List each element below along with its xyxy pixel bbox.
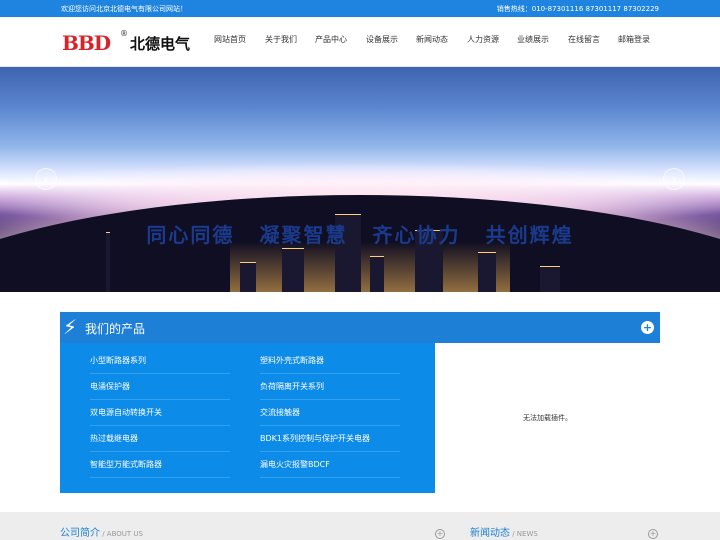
welcome-text: 欢迎您访问北京北德电气有限公司网站！ (61, 5, 187, 13)
nav-item-email[interactable]: 邮箱登录 (618, 34, 650, 45)
products-section: ⚡ 我们的产品 + 小型断路器系列 电涌保护器 双电源自动转换开关 热过载继电器… (60, 312, 660, 494)
product-link[interactable]: 智能型万能式断路器 (90, 452, 230, 478)
hero-banner: 同心同德 凝聚智慧 齐心协力 共创辉煌 ‹ › (0, 67, 720, 292)
skyscraper (240, 262, 256, 292)
banner-next-arrow-icon[interactable]: › (663, 168, 685, 190)
product-link[interactable]: 小型断路器系列 (90, 348, 230, 374)
nav-item-news[interactable]: 新闻动态 (416, 34, 448, 45)
products-title: 我们的产品 (85, 322, 146, 336)
banner-prev-arrow-icon[interactable]: ‹ (35, 168, 57, 190)
registered-mark: ® (120, 29, 128, 38)
skyscraper (370, 256, 384, 292)
products-more-plus-icon[interactable]: + (641, 321, 654, 334)
skyscraper (282, 248, 304, 292)
nav-item-message[interactable]: 在线留言 (568, 34, 600, 45)
about-heading-cn: 公司简介 (60, 528, 100, 539)
nav-item-products[interactable]: 产品中心 (315, 34, 347, 45)
skyscraper (540, 266, 560, 292)
lightning-icon: ⚡ (63, 315, 78, 339)
slogan-phrase: 齐心协力 (372, 223, 461, 247)
nav-item-home[interactable]: 网站首页 (214, 34, 246, 45)
slogan-phrase: 共创辉煌 (485, 223, 574, 247)
hotline-label: 销售热线： (496, 5, 532, 13)
news-heading-cn: 新闻动态 (470, 528, 510, 539)
products-header: ⚡ 我们的产品 + (60, 312, 660, 343)
product-link[interactable]: 负荷隔离开关系列 (260, 374, 400, 400)
top-bar: 欢迎您访问北京北德电气有限公司网站！ 销售热线：010-87301116 873… (0, 0, 720, 17)
nav-item-equipment[interactable]: 设备展示 (366, 34, 398, 45)
news-heading-en: / NEWS (510, 530, 538, 538)
logo-company-name: 北德电气 (130, 35, 191, 53)
product-link[interactable]: 双电源自动转换开关 (90, 400, 230, 426)
header: BBD ® 北德电气 网站首页 关于我们 产品中心 设备展示 新闻动态 人力资源… (0, 17, 720, 67)
about-heading-en: / ABOUT US (100, 530, 143, 538)
product-link[interactable]: 漏电火灾报警BDCF (260, 452, 400, 478)
product-link[interactable]: 电涌保护器 (90, 374, 230, 400)
skyscraper (478, 252, 496, 292)
about-heading: 公司简介 / ABOUT US (60, 524, 143, 539)
product-link[interactable]: 塑料外壳式断路器 (260, 348, 400, 374)
hotline-numbers: 010-87301116 87301117 87302229 (531, 5, 659, 13)
slogan-phrase: 凝聚智慧 (259, 223, 348, 247)
logo-mark: BBD (62, 31, 111, 55)
sales-hotline: 销售热线：010-87301116 87301117 87302229 (497, 4, 659, 14)
nav-item-hr[interactable]: 人力资源 (467, 34, 499, 45)
nav-item-about[interactable]: 关于我们 (265, 34, 297, 45)
about-more-plus-icon[interactable]: + (435, 529, 445, 539)
plugin-placeholder: 无法加载插件。 (523, 414, 572, 422)
product-list: 小型断路器系列 电涌保护器 双电源自动转换开关 热过载继电器 智能型万能式断路器… (60, 343, 435, 493)
product-link[interactable]: 交流接触器 (260, 400, 400, 426)
slogan-phrase: 同心同德 (146, 223, 235, 247)
product-link[interactable]: 热过载继电器 (90, 426, 230, 452)
product-link[interactable]: BDK1系列控制与保护开关电器 (260, 426, 400, 452)
bottom-strip: 公司简介 / ABOUT US + 新闻动态 / NEWS + (0, 512, 720, 540)
banner-slogan: 同心同德 凝聚智慧 齐心协力 共创辉煌 (0, 219, 720, 248)
news-heading: 新闻动态 / NEWS (470, 524, 538, 539)
nav-item-projects[interactable]: 业绩展示 (517, 34, 549, 45)
news-more-plus-icon[interactable]: + (648, 529, 658, 539)
